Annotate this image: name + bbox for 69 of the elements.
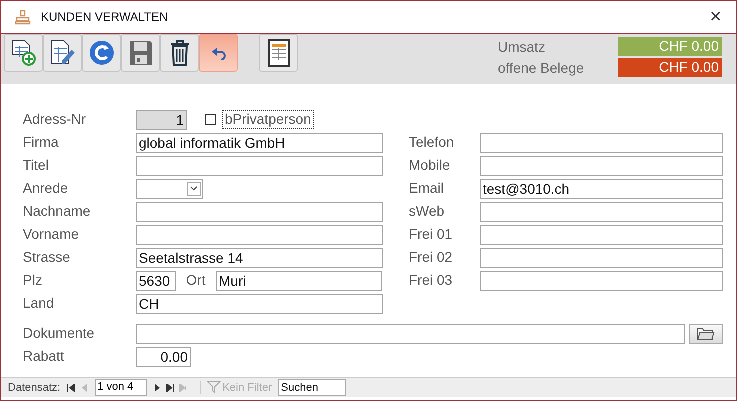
search-field[interactable]: Suchen [278, 379, 346, 396]
refresh-icon [88, 39, 116, 67]
field-label: Email [409, 180, 446, 197]
save-icon [128, 39, 154, 67]
input-field[interactable] [480, 248, 723, 268]
record-label: Datensatz: [8, 382, 61, 394]
field-label: Frei 03 [409, 272, 454, 289]
checkbox-icon[interactable] [205, 114, 216, 125]
field-label: Frei 01 [409, 226, 454, 243]
input-field[interactable] [136, 156, 383, 176]
input-field[interactable]: CH [136, 294, 383, 314]
field-label: Adress-Nr [23, 111, 88, 128]
amount-field: CHF 0.00 [618, 58, 722, 77]
field-label: Mobile [409, 157, 452, 174]
input-field[interactable] [480, 224, 723, 244]
chevron-icon [187, 182, 201, 196]
input-field[interactable]: global informatik GmbH [136, 132, 383, 152]
close-button[interactable]: × [696, 6, 736, 28]
field-label: Rabatt [23, 348, 66, 365]
edit-button[interactable] [43, 34, 82, 72]
field-label: Firma [23, 134, 60, 151]
input-field[interactable] [480, 156, 723, 176]
undo-icon [210, 46, 226, 60]
filter-icon [206, 381, 221, 394]
field-label: Nachname [23, 203, 92, 220]
field-label: Strasse [23, 249, 72, 266]
field-label: Telefon [409, 134, 456, 151]
field-label: Plz [23, 272, 44, 289]
delete-button[interactable] [160, 34, 199, 72]
field-label: Vorname [23, 226, 80, 243]
record-position-field[interactable]: 1 von 4 [94, 379, 147, 396]
input-field[interactable] [480, 132, 723, 152]
last-record-button[interactable] [164, 384, 177, 392]
report-button[interactable] [259, 34, 298, 72]
field-label: Anrede [23, 180, 70, 197]
refresh-button[interactable] [82, 34, 121, 72]
folder-icon [697, 326, 715, 340]
input-field[interactable] [480, 270, 723, 290]
input-field[interactable]: 5630 [136, 270, 176, 290]
amount-field: CHF 0.00 [618, 37, 722, 56]
summary-label: offene Belege [498, 60, 586, 76]
field-label: sWeb [409, 203, 446, 220]
report-icon [268, 39, 290, 67]
input-field[interactable]: 0.00 [136, 346, 191, 366]
trash-icon [168, 39, 190, 67]
browse-button[interactable] [689, 324, 723, 344]
new-button[interactable] [4, 34, 43, 72]
field-label: Ort [185, 272, 207, 289]
dropdown-field[interactable] [136, 178, 203, 198]
table-edit-icon [50, 39, 76, 67]
stamp-icon [15, 9, 31, 25]
input-field[interactable] [480, 202, 723, 222]
table-add-icon [10, 39, 36, 67]
input-field[interactable] [136, 224, 383, 244]
input-field[interactable] [136, 324, 685, 344]
field-label: Dokumente [23, 325, 96, 342]
input-field[interactable] [136, 202, 383, 222]
undo-button[interactable] [199, 34, 238, 72]
summary-label: Umsatz [498, 38, 546, 54]
input-field[interactable]: test@3010.ch [480, 178, 723, 198]
window-title: KUNDEN VERWALTEN [41, 10, 170, 24]
input-field[interactable]: Muri [216, 270, 382, 290]
number-field: 1 [136, 110, 187, 130]
field-label: Titel [23, 157, 50, 174]
input-field[interactable]: Seetalstrasse 14 [136, 248, 383, 268]
save-button[interactable] [121, 34, 160, 72]
field-label: Frei 02 [409, 249, 454, 266]
field-label: Land [23, 295, 56, 312]
first-record-button[interactable] [64, 384, 78, 392]
